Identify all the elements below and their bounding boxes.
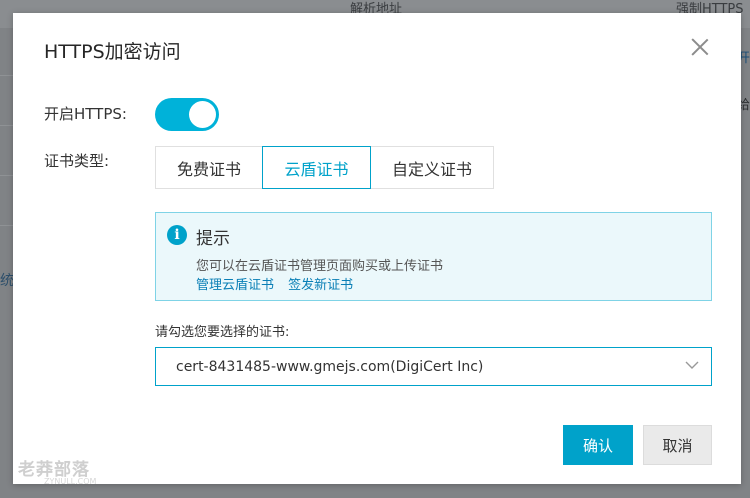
https-label: 开启HTTPS:: [44, 105, 127, 123]
cert-select-value: cert-8431485-www.gmejs.com(DigiCert Inc): [176, 359, 484, 375]
dialog-title: HTTPS加密访问: [44, 41, 181, 63]
close-icon[interactable]: [689, 36, 711, 58]
notice-box: i 提示 您可以在云盾证书管理页面购买或上传证书 管理云盾证书 签发新证书: [155, 212, 712, 301]
confirm-button[interactable]: 确认: [563, 425, 633, 465]
tab-free-cert[interactable]: 免费证书: [155, 146, 263, 189]
notice-title: 提示: [196, 229, 230, 249]
watermark-subtext: ZYNULL.COM: [44, 477, 97, 486]
notice-links: 管理云盾证书 签发新证书: [196, 274, 363, 293]
cert-type-tabs: 免费证书 云盾证书 自定义证书: [155, 146, 494, 189]
select-cert-label: 请勾选您要选择的证书:: [155, 325, 290, 340]
background-side-text: 统: [0, 273, 14, 289]
cancel-button[interactable]: 取消: [643, 425, 712, 465]
cert-select[interactable]: cert-8431485-www.gmejs.com(DigiCert Inc): [155, 347, 712, 386]
info-icon: i: [167, 225, 187, 245]
chevron-down-icon: [685, 361, 699, 369]
toggle-knob: [189, 101, 216, 128]
notice-text: 您可以在云盾证书管理页面购买或上传证书: [196, 259, 444, 274]
tab-custom-cert[interactable]: 自定义证书: [370, 146, 494, 189]
issue-cert-link[interactable]: 签发新证书: [288, 278, 353, 293]
manage-cert-link[interactable]: 管理云盾证书: [196, 278, 274, 293]
cert-type-label: 证书类型:: [44, 152, 110, 170]
https-dialog: HTTPS加密访问 开启HTTPS: 证书类型: 免费证书 云盾证书 自定义证书…: [13, 13, 741, 484]
https-toggle[interactable]: [155, 98, 219, 131]
tab-cloud-shield-cert[interactable]: 云盾证书: [262, 146, 371, 189]
